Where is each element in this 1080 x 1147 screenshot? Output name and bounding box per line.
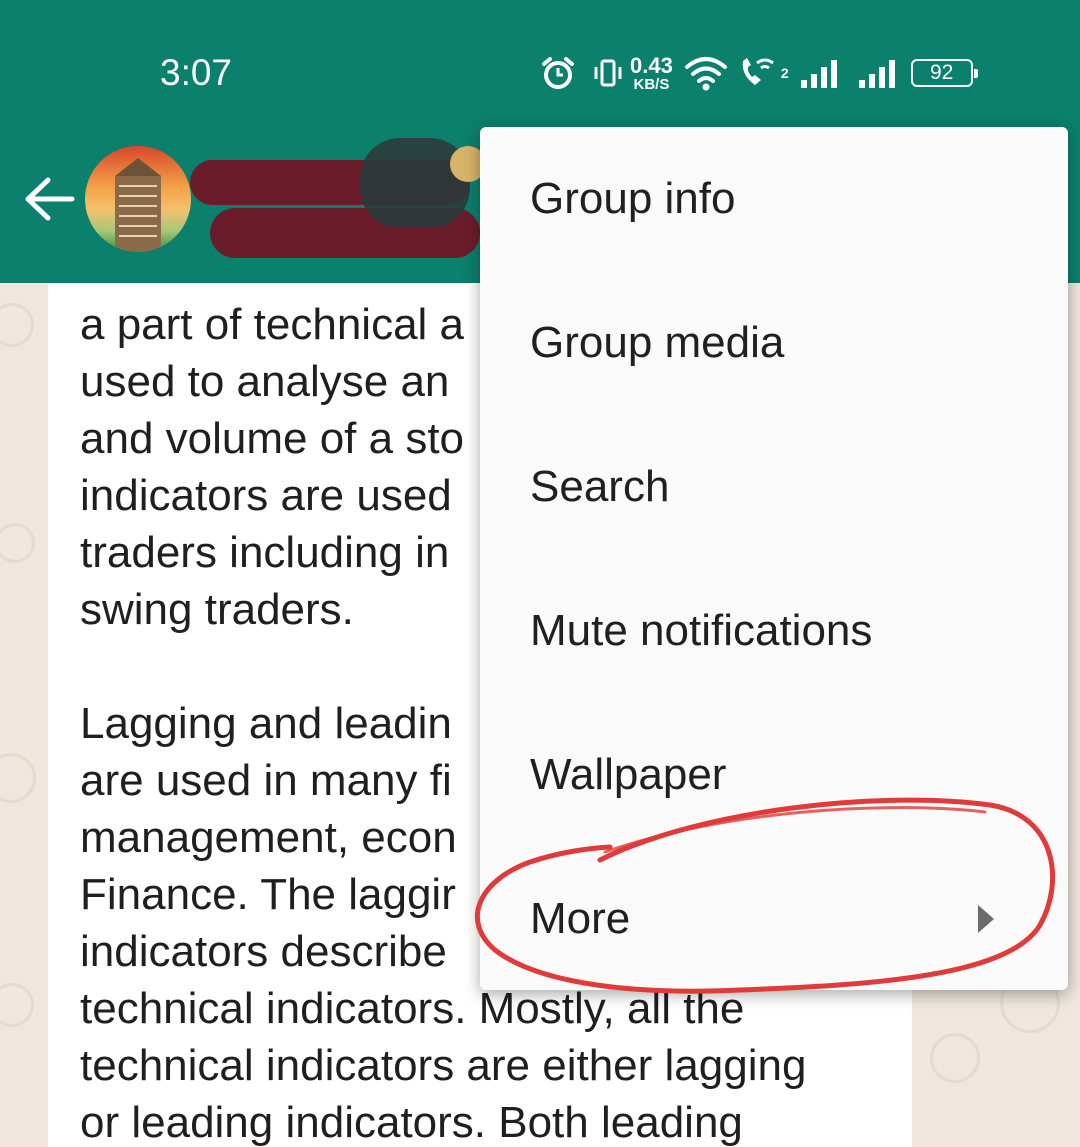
network-speed-unit: KB/S [633,75,670,93]
overflow-menu: Group info Group media Search Mute notif… [480,127,1068,990]
network-speed: 0.43 KB/S [630,52,673,93]
menu-item-label: Wallpaper [530,750,727,799]
status-icons: 0.43 KB/S 2 92 [540,50,978,96]
wifi-calling-icon [737,55,777,91]
battery-level: 92 [929,61,954,84]
menu-item-group-info[interactable]: Group info [480,127,1068,271]
signal-strength-icon [799,58,843,88]
alarm-icon [540,55,576,91]
menu-item-group-media[interactable]: Group media [480,271,1068,415]
menu-item-label: Group media [530,318,785,367]
menu-item-label: Mute notifications [530,606,873,655]
menu-item-label: Search [530,462,670,511]
sim-indicator: 2 [780,65,789,81]
menu-item-mute-notifications[interactable]: Mute notifications [480,559,1068,703]
vibrate-icon [592,57,624,89]
redacted-group-title[interactable] [190,138,490,263]
menu-item-more[interactable]: More [480,847,1068,991]
battery-icon: 92 [910,59,978,87]
wifi-icon [683,55,729,91]
menu-item-search[interactable]: Search [480,415,1068,559]
menu-item-wallpaper[interactable]: Wallpaper [480,703,1068,847]
status-time: 3:07 [160,52,233,93]
group-avatar[interactable] [85,146,191,252]
signal-strength-icon [857,58,901,88]
menu-item-label: Group info [530,174,736,223]
network-speed-value: 0.43 [630,52,673,78]
arrow-left-icon[interactable] [22,174,76,229]
chevron-right-icon [978,905,994,933]
